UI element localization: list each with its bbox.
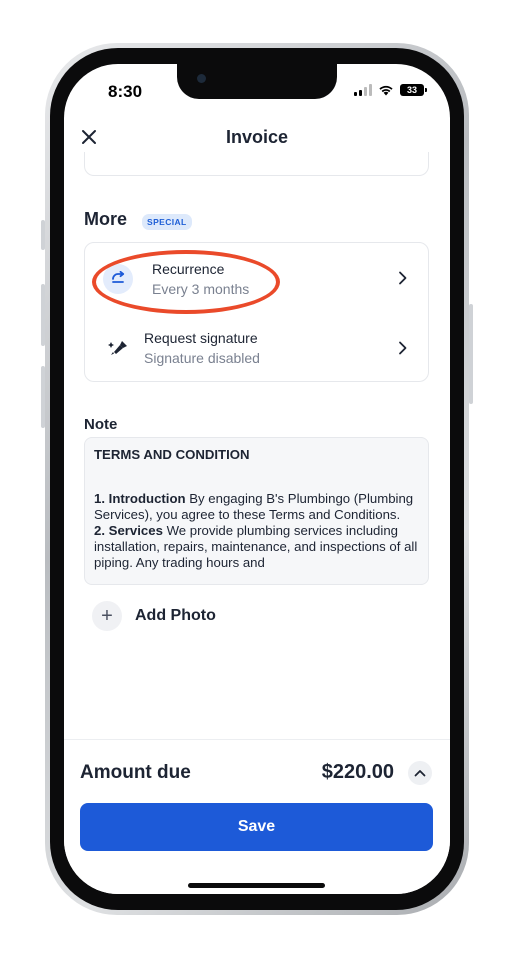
page-title: Invoice <box>225 127 289 147</box>
request-signature-title: Request signature <box>144 330 258 346</box>
footer: Amount due $220.00 Save <box>64 739 450 894</box>
amount-due-value: $220.00 <box>321 761 394 783</box>
special-badge: SPECIAL <box>142 214 192 230</box>
chevron-right-icon <box>399 271 407 285</box>
more-card: Recurrence Every 3 months Request signat… <box>84 242 429 382</box>
recurrence-subtitle: Every 3 months <box>152 281 250 297</box>
recurrence-title: Recurrence <box>152 261 225 277</box>
note-section: 1. Introduction By engaging B's Plumbing… <box>94 491 414 522</box>
previous-card-edge <box>84 152 429 176</box>
notch <box>177 64 337 99</box>
request-signature-subtitle: Signature disabled <box>144 350 260 366</box>
signature-pen-icon <box>103 332 133 362</box>
note-heading: TERMS AND CONDITION <box>94 447 250 462</box>
plus-icon: + <box>92 601 122 631</box>
request-signature-row[interactable]: Request signature Signature disabled <box>85 320 428 376</box>
repeat-icon <box>103 264 133 294</box>
camera-icon <box>197 74 206 83</box>
note-section: 2. Services We provide plumbing services… <box>94 523 418 570</box>
power-button <box>469 304 473 404</box>
add-photo-label: Add Photo <box>135 607 216 624</box>
amount-due-label: Amount due <box>80 762 191 783</box>
recurrence-row[interactable]: Recurrence Every 3 months <box>85 251 428 307</box>
header: Invoice <box>64 120 450 156</box>
note-textarea[interactable]: TERMS AND CONDITION 1. Introduction By e… <box>84 437 429 585</box>
home-indicator[interactable] <box>188 883 325 888</box>
screen: 8:30 33 Invoice More SPECIAL Recurrence … <box>64 64 450 894</box>
wifi-icon <box>379 85 393 96</box>
section-title-more: More <box>84 209 128 229</box>
chevron-up-icon <box>414 770 426 777</box>
status-icons: 33 <box>354 84 427 96</box>
collapse-button[interactable] <box>408 761 432 785</box>
save-button[interactable]: Save <box>80 803 433 851</box>
status-time: 8:30 <box>108 82 143 101</box>
note-label: Note <box>84 416 118 433</box>
cellular-signal-icon <box>354 84 372 96</box>
battery-icon: 33 <box>400 84 427 96</box>
add-photo-button[interactable]: + Add Photo <box>92 601 216 631</box>
chevron-right-icon <box>399 341 407 355</box>
